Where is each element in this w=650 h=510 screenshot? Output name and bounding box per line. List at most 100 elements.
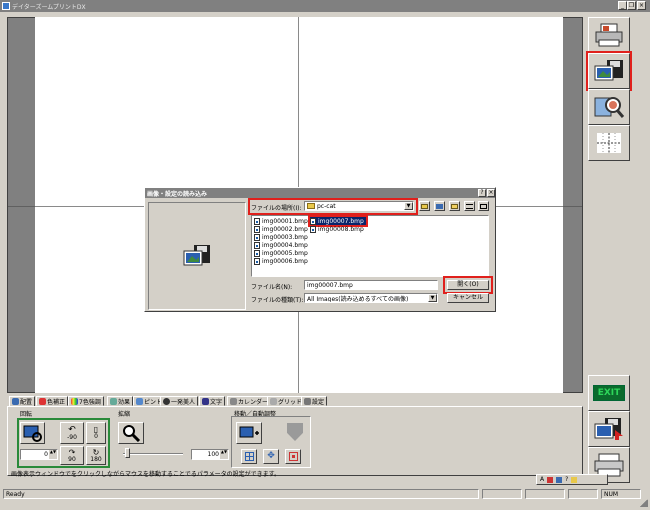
zoom-input[interactable]: 100 ▲▼ <box>191 449 229 460</box>
restore-button[interactable]: ❐ <box>627 1 636 10</box>
filetype-label: ファイルの種類(T): <box>251 297 304 304</box>
window-titlebar: デイターズームプリントDX _ × ❐ <box>0 0 650 12</box>
rotate-minus90-button[interactable]: ↶ -90 <box>60 422 84 444</box>
grid-layout-button[interactable] <box>588 125 630 161</box>
layout-icon <box>12 398 19 405</box>
chevron-down-icon[interactable]: ▼ <box>404 202 413 210</box>
status-num: NUM <box>601 489 641 499</box>
list-item[interactable]: img00008.bmp <box>310 225 364 233</box>
filetype-value: All Images(読み込めるすべての画像) <box>307 295 409 303</box>
tab-beauty[interactable]: 一発美人 <box>160 396 199 406</box>
lookin-value: pc-cat <box>317 202 336 210</box>
text-icon <box>202 397 209 405</box>
new-folder-button[interactable] <box>449 201 460 211</box>
new-folder-icon <box>451 203 458 209</box>
desktop-icon <box>436 203 443 209</box>
list-item[interactable]: img00005.bmp <box>254 249 308 257</box>
floppy-save-icon <box>594 418 623 440</box>
spin-icon[interactable]: ▲▼ <box>220 450 228 459</box>
zoom-label: 拡縮 <box>118 411 131 418</box>
focus-icon <box>136 397 143 405</box>
spin-icon[interactable]: ▲▼ <box>49 450 57 459</box>
dialog-title: 画像・設定の読み込み <box>147 190 208 198</box>
tab-text[interactable]: 文字 <box>199 396 226 406</box>
open-button[interactable]: 開く(O) <box>447 280 489 290</box>
list-item[interactable]: img00003.bmp <box>254 233 308 241</box>
list-item[interactable]: img00004.bmp <box>254 241 308 249</box>
list-view-icon <box>466 203 473 209</box>
image-search-button[interactable] <box>588 89 630 125</box>
ime-help-icon[interactable]: ? <box>565 476 568 483</box>
list-item[interactable]: img00002.bmp <box>254 225 308 233</box>
fill-frame-icon <box>288 452 298 461</box>
print-settings-button[interactable] <box>588 17 630 53</box>
resize-grip[interactable] <box>640 499 648 507</box>
filename-input[interactable]: img00007.bmp <box>304 280 438 290</box>
bitmap-file-icon <box>254 241 260 249</box>
close-button[interactable]: × <box>637 1 646 10</box>
tab-7color[interactable]: 7色強調 <box>68 396 104 406</box>
preview-floppy-photo-icon <box>183 245 210 266</box>
ime-dictionary-icon[interactable] <box>547 476 554 483</box>
list-item-selected[interactable]: img00007.bmp <box>308 215 368 227</box>
load-image-button[interactable] <box>586 51 632 91</box>
desktop-button[interactable] <box>434 201 445 211</box>
ime-language-bar[interactable]: A ? <box>536 474 608 485</box>
bitmap-file-icon <box>310 225 316 233</box>
rotate-photo-icon <box>23 425 42 442</box>
zoom-slider-track[interactable] <box>123 453 183 455</box>
color-icon <box>39 397 46 405</box>
dialog-close-button[interactable]: × <box>487 189 495 197</box>
file-list[interactable]: img00001.bmp img00002.bmp img00003.bmp i… <box>251 215 489 277</box>
zoom-slider-thumb[interactable] <box>125 448 130 458</box>
rotate-zero-button[interactable]: ▯ 0 <box>86 422 106 444</box>
rotate-label: 回転 <box>20 411 33 418</box>
load-image-dialog: 画像・設定の読み込み ? × ファイルの場所(I): pc-cat ▼ img0… <box>144 187 496 312</box>
tab-grid[interactable]: グリッド <box>267 396 306 406</box>
angle-input[interactable]: 0 ▲▼ <box>20 449 58 460</box>
app-icon <box>2 2 10 10</box>
exit-label: EXIT <box>592 385 626 401</box>
rotate-180-button[interactable]: ↻ 180 <box>86 446 106 465</box>
save-image-button[interactable] <box>588 411 630 447</box>
lookin-dropdown[interactable]: pc-cat ▼ <box>304 201 414 211</box>
ime-mode-icon[interactable]: A <box>540 476 544 483</box>
move-button[interactable] <box>236 422 262 444</box>
list-item[interactable]: img00006.bmp <box>254 257 308 265</box>
minimize-button[interactable]: _ <box>618 1 627 10</box>
printer-icon <box>595 23 623 47</box>
effects-icon <box>110 397 117 405</box>
rotate-preview <box>20 422 45 444</box>
tab-calendar[interactable]: カレンダー <box>227 396 272 406</box>
calendar-icon <box>230 397 237 405</box>
fit-button[interactable] <box>241 449 257 464</box>
magnifier-photo-icon <box>594 97 625 118</box>
exit-button[interactable]: EXIT <box>588 375 630 411</box>
cancel-button[interactable]: キャンセル <box>447 293 489 303</box>
list-item[interactable]: img00001.bmp <box>254 217 308 225</box>
fill-button[interactable] <box>285 449 301 464</box>
bitmap-file-icon <box>254 225 260 233</box>
ime-caps-icon[interactable] <box>571 476 578 483</box>
rotate-plus90-button[interactable]: ↷ 90 <box>60 446 84 465</box>
window-title: デイターズームプリントDX <box>12 3 86 11</box>
center-button[interactable]: ✥ <box>263 449 279 464</box>
bitmap-file-icon <box>254 257 260 265</box>
list-view-button[interactable] <box>464 201 475 211</box>
bitmap-file-icon <box>254 233 260 241</box>
chevron-down-icon[interactable]: ▼ <box>428 294 437 302</box>
filetype-dropdown[interactable]: All Images(読み込めるすべての画像) ▼ <box>304 293 438 303</box>
zoom-button[interactable] <box>118 422 144 444</box>
bottom-panel: 配置 色補正 7色強調 効果 ピント 一発美人 文字 カレンダー グリッド 設定… <box>5 396 585 478</box>
face-icon <box>163 397 170 405</box>
filename-label: ファイル名(N): <box>251 284 293 291</box>
details-view-button[interactable] <box>478 201 489 211</box>
tab-effects[interactable]: 効果 <box>107 396 134 406</box>
tab-color-correction[interactable]: 色補正 <box>36 396 69 406</box>
dialog-help-button[interactable]: ? <box>478 189 486 197</box>
tab-settings[interactable]: 設定 <box>301 396 328 406</box>
details-view-icon <box>480 203 487 209</box>
fit-grid-icon <box>244 452 254 461</box>
up-folder-button[interactable] <box>419 201 430 211</box>
ime-pad-icon[interactable] <box>556 476 563 483</box>
